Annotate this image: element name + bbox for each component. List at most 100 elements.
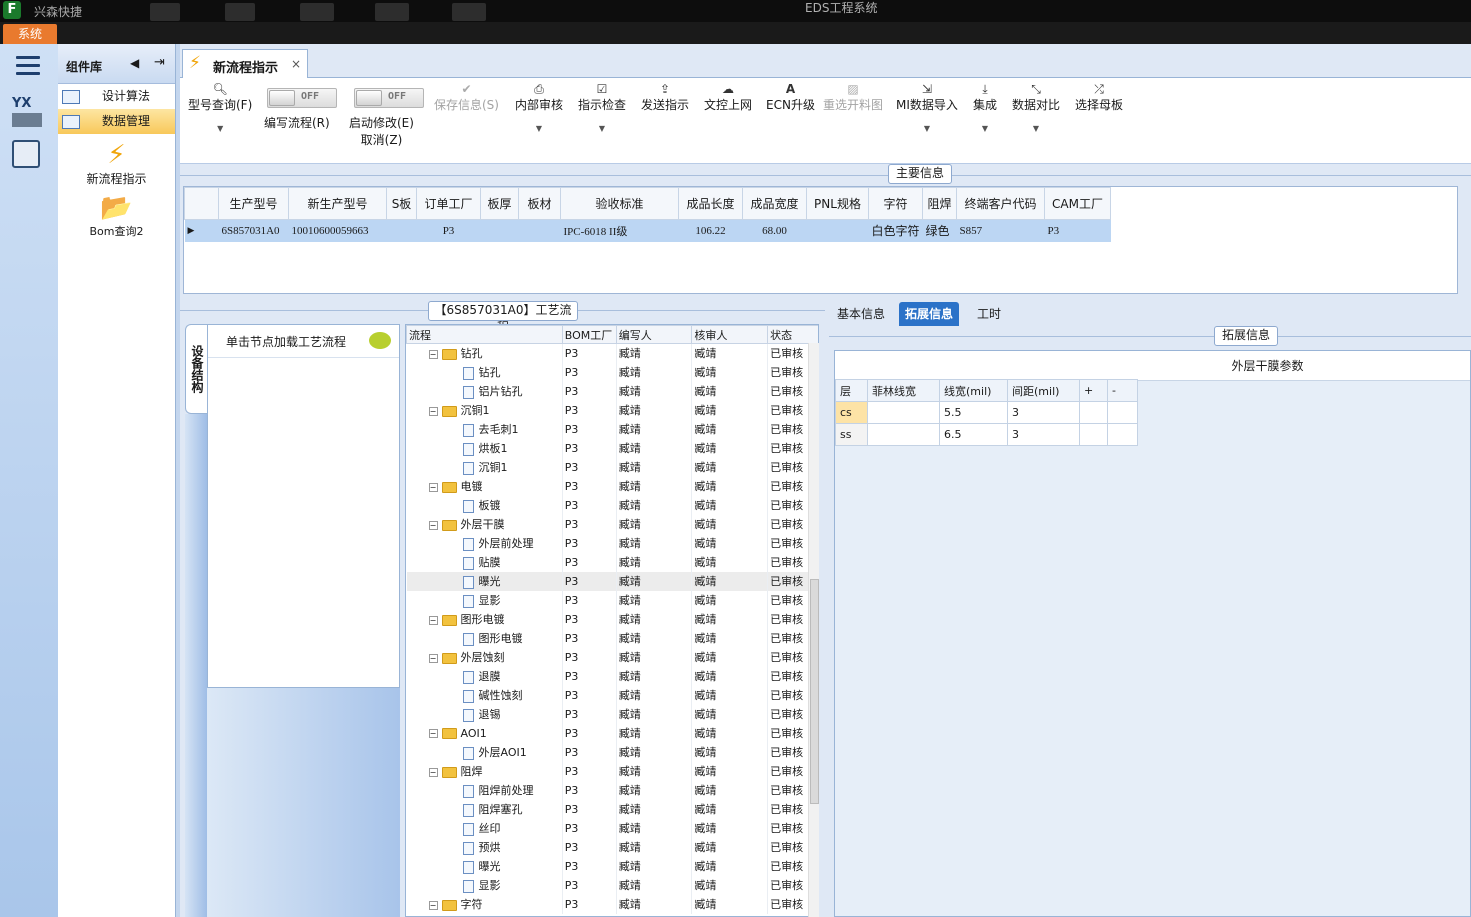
cell[interactable] xyxy=(1079,401,1108,424)
factory-logo-icon[interactable]: YX xyxy=(12,96,46,130)
bom-factory-cell[interactable]: P3 xyxy=(562,362,617,382)
hamburger-menu-icon[interactable] xyxy=(16,56,40,76)
bom-factory-cell[interactable]: P3 xyxy=(562,875,617,895)
writer-cell[interactable]: 臧靖 xyxy=(616,780,693,800)
write-process-toggle[interactable]: OFF xyxy=(267,88,337,108)
reviewer-cell[interactable]: 臧靖 xyxy=(691,723,769,743)
reviewer-cell[interactable]: 臧靖 xyxy=(691,780,769,800)
tree-leaf-row[interactable]: 碱性蚀刻 P3 臧靖 臧靖 已审核 xyxy=(406,685,818,705)
tree-leaf-row[interactable]: 外层前处理 P3 臧靖 臧靖 已审核 xyxy=(406,533,818,553)
collapse-toggle-icon[interactable]: − xyxy=(428,767,438,777)
bom-factory-cell[interactable]: P3 xyxy=(562,419,617,439)
bom-factory-cell[interactable]: P3 xyxy=(562,400,617,420)
col-header[interactable]: 核审人 xyxy=(691,325,769,344)
reviewer-cell[interactable]: 臧靖 xyxy=(691,457,769,477)
chevron-down-icon[interactable]: ▼ xyxy=(896,122,958,136)
load-hint-row[interactable]: 单击节点加载工艺流程 xyxy=(208,325,399,358)
bom-factory-cell[interactable]: P3 xyxy=(562,666,617,686)
cell[interactable]: 白色字符 xyxy=(868,219,923,242)
tree-node-cell[interactable]: 钻孔 xyxy=(406,362,563,382)
table-row[interactable]: ▶ 6S857031A0 10010600059663 P3 IPC-6018 … xyxy=(184,219,1111,242)
tree-node-cell[interactable]: 显影 xyxy=(406,590,563,610)
tree-node-cell[interactable]: 预烘 xyxy=(406,837,563,857)
collapse-toggle-icon[interactable]: − xyxy=(428,482,438,492)
cell[interactable] xyxy=(806,219,869,242)
col-header[interactable]: 订单工厂 xyxy=(416,187,481,220)
reviewer-cell[interactable]: 臧靖 xyxy=(691,381,769,401)
bom-factory-cell[interactable]: P3 xyxy=(562,628,617,648)
writer-cell[interactable]: 臧靖 xyxy=(616,894,693,914)
send-instruction-button[interactable]: ⇪ 发送指示 xyxy=(641,82,689,112)
collapse-toggle-icon[interactable]: − xyxy=(428,349,438,359)
bom-factory-cell[interactable]: P3 xyxy=(562,780,617,800)
reviewer-cell[interactable]: 臧靖 xyxy=(691,837,769,857)
writer-cell[interactable]: 臧靖 xyxy=(616,818,693,838)
cell[interactable] xyxy=(1107,401,1138,424)
cell[interactable] xyxy=(1107,423,1138,446)
col-header[interactable]: 编写人 xyxy=(615,325,693,344)
reviewer-cell[interactable]: 臧靖 xyxy=(691,647,769,667)
cell[interactable]: 绿色 xyxy=(922,219,957,242)
tree-leaf-row[interactable]: 预烘 P3 臧靖 臧靖 已审核 xyxy=(406,837,818,857)
bom-factory-cell[interactable]: P3 xyxy=(562,552,617,572)
tab-extended-info[interactable]: 拓展信息 xyxy=(899,302,960,326)
system-tab[interactable]: 系统 xyxy=(3,24,57,44)
chevron-down-icon[interactable]: ▼ xyxy=(1012,122,1060,136)
reviewer-cell[interactable]: 臧靖 xyxy=(691,666,769,686)
bom-factory-cell[interactable]: P3 xyxy=(562,647,617,667)
writer-cell[interactable]: 臧靖 xyxy=(616,723,693,743)
writer-cell[interactable]: 臧靖 xyxy=(616,799,693,819)
col-header[interactable]: BOM工厂 xyxy=(561,325,617,344)
tree-node-cell[interactable]: 烘板1 xyxy=(406,438,563,458)
collapse-toggle-icon[interactable]: − xyxy=(428,615,438,625)
reviewer-cell[interactable]: 臧靖 xyxy=(691,400,769,420)
tree-node-cell[interactable]: 外层AOI1 xyxy=(406,742,563,762)
tab-work-hours[interactable]: 工时 xyxy=(971,302,1007,326)
reviewer-cell[interactable]: 臧靖 xyxy=(691,875,769,895)
cell[interactable]: 3 xyxy=(1007,423,1080,446)
bom-factory-cell[interactable]: P3 xyxy=(562,837,617,857)
bom-factory-cell[interactable]: P3 xyxy=(562,742,617,762)
collapse-toggle-icon[interactable]: − xyxy=(428,653,438,663)
tree-leaf-row[interactable]: 曝光 P3 臧靖 臧靖 已审核 xyxy=(406,856,818,876)
col-header[interactable]: 阻焊 xyxy=(922,187,958,220)
table-row[interactable]: cs 5.5 3 xyxy=(835,401,1138,424)
tree-node-cell[interactable]: − 沉铜1 xyxy=(406,400,563,420)
tree-node-cell[interactable]: − 字符 xyxy=(406,894,563,914)
collapse-toggle-icon[interactable]: − xyxy=(428,520,438,530)
chevron-down-icon[interactable]: ▼ xyxy=(515,122,563,136)
bom-query-item[interactable]: 📂 Bom查询2 xyxy=(58,193,175,239)
writer-cell[interactable]: 臧靖 xyxy=(616,704,693,724)
tab-basic-info[interactable]: 基本信息 xyxy=(831,302,891,326)
tree-leaf-row[interactable]: 去毛刺1 P3 臧靖 臧靖 已审核 xyxy=(406,419,818,439)
col-header[interactable]: 字符 xyxy=(867,187,924,220)
reviewer-cell[interactable]: 臧靖 xyxy=(691,343,769,363)
tree-leaf-row[interactable]: 铝片钻孔 P3 臧靖 臧靖 已审核 xyxy=(406,381,818,401)
tree-node-cell[interactable]: − 电镀 xyxy=(406,476,563,496)
reviewer-cell[interactable]: 臧靖 xyxy=(691,438,769,458)
collapse-toggle-icon[interactable]: − xyxy=(428,900,438,910)
tree-leaf-row[interactable]: 显影 P3 臧靖 臧靖 已审核 xyxy=(406,590,818,610)
reviewer-cell[interactable]: 臧靖 xyxy=(691,609,769,629)
tree-leaf-row[interactable]: 丝印 P3 臧靖 臧靖 已审核 xyxy=(406,818,818,838)
cell[interactable]: P3 xyxy=(1044,219,1111,242)
add-row-button[interactable]: + xyxy=(1079,379,1108,402)
tree-group-row[interactable]: − 电镀 P3 臧靖 臧靖 已审核 xyxy=(406,476,818,496)
pin-icon[interactable]: ⇥ xyxy=(154,55,165,70)
tree-node-cell[interactable]: 阻焊塞孔 xyxy=(406,799,563,819)
tab-new-process[interactable]: ⚡ 新流程指示 × xyxy=(182,49,308,79)
tree-leaf-row[interactable]: 退膜 P3 臧靖 臧靖 已审核 xyxy=(406,666,818,686)
close-icon[interactable]: × xyxy=(291,57,301,71)
tree-group-row[interactable]: − 阻焊 P3 臧靖 臧靖 已审核 xyxy=(406,761,818,781)
scrollbar[interactable] xyxy=(808,343,819,917)
side-tab-device-structure[interactable]: 设备结构 xyxy=(185,324,207,414)
tree-node-cell[interactable]: − 外层干膜 xyxy=(406,514,563,534)
tree-node-cell[interactable]: − 图形电镀 xyxy=(406,609,563,629)
col-header[interactable]: PNL规格 xyxy=(806,187,869,220)
tree-node-cell[interactable]: − AOI1 xyxy=(406,723,563,743)
writer-cell[interactable]: 臧靖 xyxy=(616,343,693,363)
reviewer-cell[interactable]: 臧靖 xyxy=(691,856,769,876)
model-query-button[interactable]: 🔍︎ 型号查询(F) ▼ xyxy=(188,82,252,136)
cell[interactable] xyxy=(1079,423,1108,446)
reviewer-cell[interactable]: 臧靖 xyxy=(691,704,769,724)
